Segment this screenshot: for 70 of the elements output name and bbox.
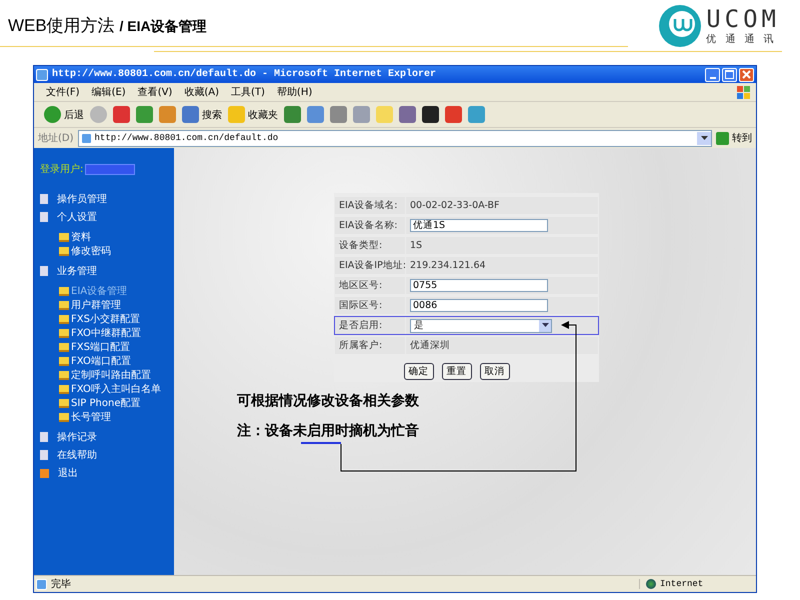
field-label: 国际区号: <box>335 297 405 314</box>
status-text: 完毕 <box>51 578 71 591</box>
toolbar-button[interactable]: 收藏夹 <box>228 106 278 123</box>
logo-wordmark: UCOM <box>706 6 780 32</box>
field-label: 所属客户: <box>335 337 405 354</box>
address-label: 地址(D) <box>38 132 74 145</box>
maximize-button[interactable] <box>722 68 737 82</box>
sidebar-subitem[interactable]: FXS端口配置 <box>59 340 174 354</box>
select-field[interactable]: 是 <box>410 318 552 332</box>
slide-title: WEB使用方法 / EIA设备管理 <box>8 15 207 37</box>
sidebar-item[interactable]: 业务管理 <box>34 262 174 280</box>
underline-mark <box>301 442 341 444</box>
field-value: 优通深圳 <box>410 339 450 352</box>
form-button[interactable]: 重置 <box>442 363 472 380</box>
sidebar-subitem[interactable]: EIA设备管理 <box>59 284 174 298</box>
minimize-button[interactable] <box>705 68 720 82</box>
field-label: EIA设备IP地址: <box>335 257 405 274</box>
username-field <box>85 164 136 174</box>
menu-item[interactable]: 编辑(E) <box>92 85 126 99</box>
toolbar-button[interactable]: 搜索 <box>182 106 222 123</box>
menu-item[interactable]: 收藏(A) <box>184 85 219 99</box>
close-button[interactable] <box>739 68 754 82</box>
field-label: 地区区号: <box>335 277 405 294</box>
input-field[interactable]: 0086 <box>410 299 548 312</box>
sidebar-subitem[interactable]: SIP Phone配置 <box>59 396 174 410</box>
sidebar-item[interactable]: 操作记录 <box>34 428 174 446</box>
go-button[interactable]: 转到 <box>716 131 752 145</box>
input-field[interactable]: 0755 <box>410 279 548 292</box>
annotation-text: 注：设备未启用时摘机为忙音 <box>237 423 419 440</box>
sidebar-item[interactable]: 在线帮助 <box>34 446 174 464</box>
annotation-text: 可根据情况修改设备相关参数 <box>237 393 419 410</box>
address-field[interactable]: http://www.80801.com.cn/default.do <box>78 130 712 146</box>
menu-item[interactable]: 查看(V) <box>138 85 172 99</box>
field-value: 1S <box>410 240 422 251</box>
menu-item[interactable]: 工具(T) <box>231 85 265 99</box>
form-button[interactable]: 取消 <box>480 363 510 380</box>
sidebar-subitem[interactable]: FXO呼入主叫白名单 <box>59 382 174 396</box>
sidebar-subitem[interactable]: FXO端口配置 <box>59 354 174 368</box>
globe-icon <box>646 579 656 589</box>
field-value: 00-02-02-33-0A-BF <box>410 200 500 211</box>
toolbar-button[interactable]: 后退 <box>44 106 84 123</box>
logo-tagline: 优 通 通 讯 <box>706 32 778 46</box>
login-label: 登录用户: <box>40 162 84 176</box>
menu-item[interactable]: 文件(F) <box>46 85 80 99</box>
field-label: 设备类型: <box>335 237 405 254</box>
field-label: EIA设备名称: <box>335 217 405 234</box>
windows-flag-icon <box>737 86 750 98</box>
input-field[interactable]: 优通1S <box>410 219 548 232</box>
sidebar-subitem[interactable]: FXO中继群配置 <box>59 326 174 340</box>
sidebar-subitem[interactable]: 定制呼叫路由配置 <box>59 368 174 382</box>
sidebar-item[interactable]: 个人设置 <box>34 208 174 226</box>
document-icon <box>40 266 48 276</box>
sidebar-item[interactable]: 退出 <box>34 464 174 482</box>
sidebar-subitem[interactable]: 资料 <box>59 230 174 244</box>
sidebar-subitem[interactable]: 用户群管理 <box>59 298 174 312</box>
sidebar-subitem[interactable]: 长号管理 <box>59 410 174 424</box>
field-value: 219.234.121.64 <box>410 260 486 271</box>
zone-label: Internet <box>660 579 704 589</box>
sidebar-subitem[interactable]: FXS小交群配置 <box>59 312 174 326</box>
field-label: EIA设备域名: <box>335 197 405 214</box>
sidebar-subitem[interactable]: 修改密码 <box>59 244 174 258</box>
exit-icon <box>40 468 49 478</box>
form-button[interactable]: 确定 <box>404 363 434 380</box>
field-label: 是否启用: <box>335 317 405 334</box>
sidebar-item[interactable]: 操作员管理 <box>34 190 174 208</box>
menu-item[interactable]: 帮助(H) <box>276 85 312 99</box>
dropdown-icon <box>697 132 711 144</box>
logo-icon <box>658 4 702 48</box>
window-title: http://www.80801.com.cn/default.do - Microsoft Internet Explorer <box>52 69 436 80</box>
dropdown-icon <box>539 320 551 332</box>
